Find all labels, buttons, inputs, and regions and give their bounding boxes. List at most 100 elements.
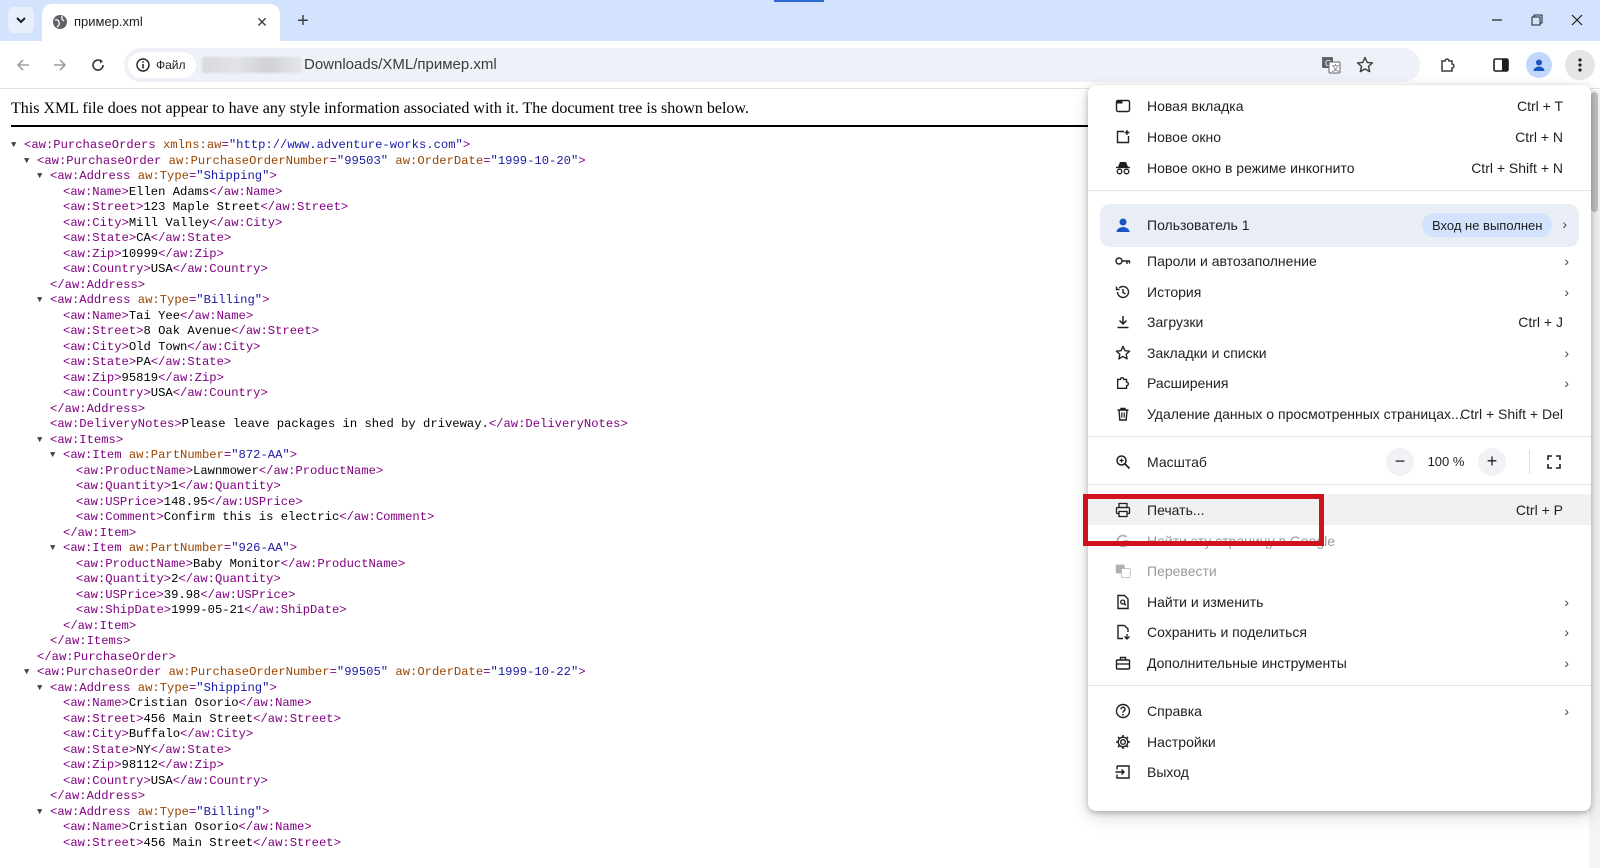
xml-token: 1999-05-21: [171, 603, 245, 617]
xml-token: </aw:Quantity>: [178, 479, 281, 493]
menu-item-label: Дополнительные инструменты: [1147, 654, 1347, 671]
menu-item-profile[interactable]: Пользователь 1 Вход не выполнен ›: [1100, 204, 1579, 247]
xml-token: Cristian Osorio: [128, 696, 239, 710]
find-in-page-icon: [1114, 593, 1132, 611]
collapse-toggle-icon[interactable]: ▼: [37, 433, 50, 449]
collapse-toggle-icon[interactable]: ▼: [24, 665, 37, 681]
menu-item-incognito[interactable]: Новое окно в режиме инкогнито Ctrl + Shi…: [1088, 152, 1591, 183]
toolbox-icon: [1114, 654, 1132, 672]
site-info-label: Файл: [156, 58, 186, 72]
xml-token: <aw:Address: [50, 680, 138, 695]
side-panel-button[interactable]: [1489, 53, 1513, 77]
zoom-out-button[interactable]: −: [1386, 447, 1414, 476]
xml-token: </aw:Item>: [63, 525, 137, 540]
site-info-chip[interactable]: Файл: [128, 52, 196, 78]
collapse-toggle-icon[interactable]: ▼: [11, 138, 24, 154]
xml-token: </aw:Address>: [50, 401, 146, 416]
side-panel-icon: [1493, 58, 1509, 72]
address-bar[interactable]: Файл Downloads/XML/пример.xml G文: [124, 48, 1420, 82]
collapse-toggle-icon[interactable]: ▼: [50, 541, 63, 557]
history-icon: [1114, 283, 1132, 301]
menu-item-clear-browsing-data[interactable]: Удаление данных о просмотренных страница…: [1088, 398, 1591, 429]
new-tab-button[interactable]: +: [290, 8, 316, 34]
xml-token: 456 Main Street: [143, 835, 254, 850]
menu-item-extensions[interactable]: Расширения ›: [1088, 367, 1591, 398]
xml-line: <aw:State>PA</aw:State>: [11, 355, 628, 371]
xml-token: </aw:State>: [150, 231, 232, 245]
xml-token: </aw:ProductName>: [280, 556, 406, 571]
menu-item-settings[interactable]: Настройки: [1088, 726, 1591, 757]
reload-button[interactable]: [84, 51, 112, 79]
user-icon: [1533, 59, 1545, 71]
chrome-menu-button[interactable]: [1565, 50, 1595, 80]
close-window-button[interactable]: [1557, 6, 1597, 34]
xml-token: "1999-10-20": [490, 153, 579, 168]
menu-item-bookmarks[interactable]: Закладки и списки ›: [1088, 337, 1591, 368]
xml-token: USA: [150, 773, 173, 788]
back-button[interactable]: [9, 51, 37, 79]
xml-line: </aw:PurchaseOrder>: [11, 650, 628, 666]
xml-token: </aw:Item>: [63, 618, 137, 633]
menu-item-new-tab[interactable]: Новая вкладка Ctrl + T: [1088, 90, 1591, 121]
minimize-button[interactable]: [1477, 6, 1517, 34]
xml-token: Please leave packages in shed by drivewa…: [181, 417, 489, 431]
translate-page-button[interactable]: G文: [1320, 54, 1342, 76]
xml-token: >: [269, 169, 277, 183]
xml-token: <aw:State>: [63, 742, 137, 757]
xml-token: USA: [150, 262, 173, 276]
menu-item-label: Расширения: [1147, 374, 1229, 391]
menu-item-exit[interactable]: Выход: [1088, 756, 1591, 787]
close-tab-icon[interactable]: ✕: [252, 12, 272, 32]
restore-button[interactable]: [1517, 6, 1557, 34]
incognito-icon: [1114, 159, 1132, 177]
star-icon: [1356, 56, 1374, 73]
bookmark-star-button[interactable]: [1354, 54, 1376, 76]
profile-button[interactable]: [1526, 52, 1552, 78]
xml-token: >: [289, 541, 298, 555]
collapse-toggle-icon[interactable]: ▼: [37, 805, 50, 821]
fullscreen-button[interactable]: [1540, 448, 1568, 476]
menu-item-help[interactable]: Справка ›: [1088, 695, 1591, 726]
zoom-icon: [1114, 453, 1132, 471]
xml-token: >: [262, 293, 270, 307]
menu-item-label: История: [1147, 283, 1202, 300]
xml-token: =: [483, 153, 491, 168]
menu-item-shortcut: Ctrl + T: [1516, 97, 1563, 114]
xml-line: <aw:City>Mill Valley</aw:City>: [11, 216, 628, 232]
xml-token: "872-AA": [231, 448, 290, 462]
menu-item-more-tools[interactable]: Дополнительные инструменты ›: [1088, 647, 1591, 678]
xml-token: </aw:Name>: [238, 820, 312, 834]
puzzle-icon: [1114, 374, 1132, 392]
forward-button[interactable]: [46, 51, 74, 79]
menu-item-history[interactable]: История ›: [1088, 276, 1591, 307]
extensions-button[interactable]: [1436, 53, 1460, 77]
zoom-in-button[interactable]: +: [1478, 447, 1506, 476]
menu-item-downloads[interactable]: Загрузки Ctrl + J: [1088, 306, 1591, 337]
menu-item-translate[interactable]: Перевести: [1088, 555, 1591, 586]
xml-token: <aw:Country>: [63, 386, 151, 400]
xml-token: <aw:Zip>: [63, 758, 122, 772]
menu-item-passwords[interactable]: Пароли и автозаполнение ›: [1088, 245, 1591, 276]
xml-line: <aw:State>CA</aw:State>: [11, 231, 628, 247]
xml-token: <aw:Item: [63, 541, 129, 555]
collapse-toggle-icon[interactable]: ▼: [37, 681, 50, 697]
chevron-right-icon: ›: [1564, 283, 1569, 300]
menu-item-shortcut: Ctrl + Shift + N: [1471, 159, 1563, 176]
xml-token: 10999: [121, 246, 159, 261]
active-tab[interactable]: пример.xml ✕: [42, 4, 280, 41]
scrollbar-thumb[interactable]: [1591, 92, 1598, 212]
collapse-toggle-icon[interactable]: ▼: [24, 154, 37, 170]
collapse-toggle-icon[interactable]: ▼: [37, 169, 50, 185]
xml-token: =: [483, 665, 491, 679]
xml-token: </aw:Address>: [50, 789, 146, 803]
tab-search-button[interactable]: [8, 7, 34, 33]
menu-item-new-window[interactable]: Новое окно Ctrl + N: [1088, 121, 1591, 152]
menu-separator: [1088, 190, 1591, 191]
menu-item-save-share[interactable]: Сохранить и поделиться ›: [1088, 616, 1591, 647]
menu-item-find-edit[interactable]: Найти и изменить ›: [1088, 586, 1591, 617]
collapse-toggle-icon[interactable]: ▼: [37, 293, 50, 309]
collapse-toggle-icon[interactable]: ▼: [50, 448, 63, 464]
xml-token: >: [578, 153, 586, 168]
menu-item-label: Выход: [1147, 763, 1189, 780]
highlight-box: [1083, 494, 1324, 546]
